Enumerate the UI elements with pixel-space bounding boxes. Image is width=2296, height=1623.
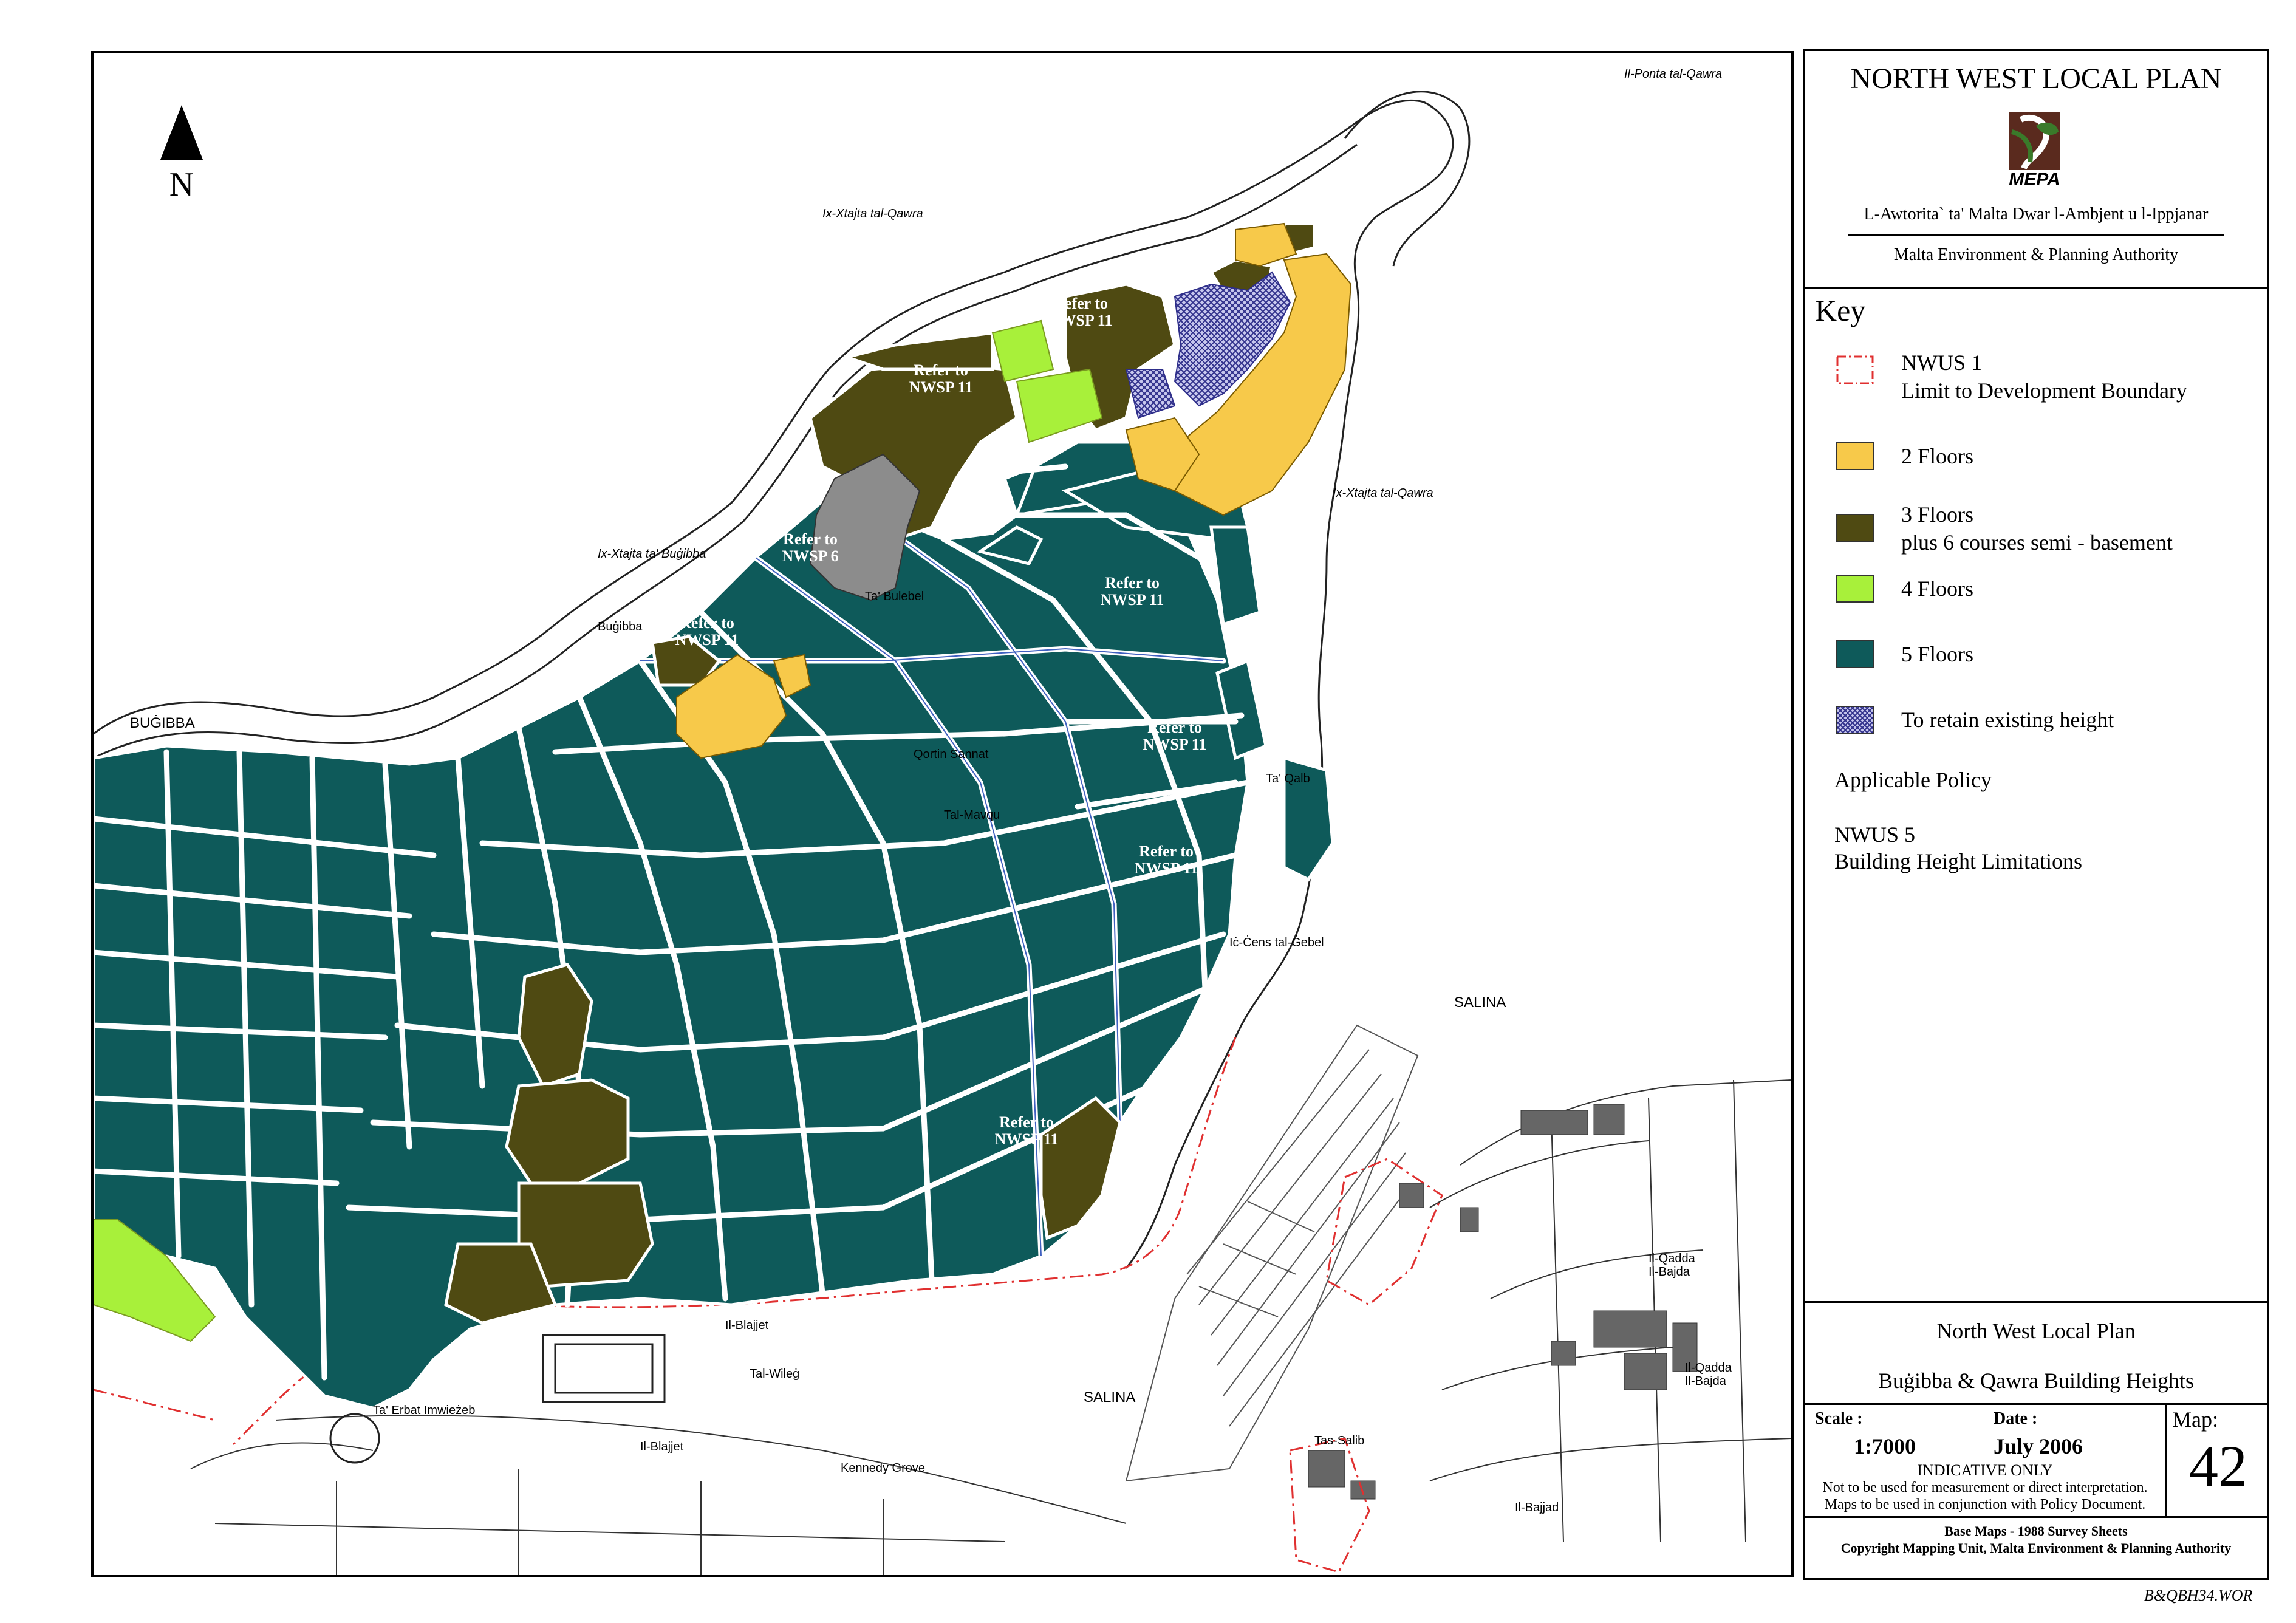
swatch-3-floors (1836, 514, 1874, 542)
label-il-qadda: Il-Qadda (1649, 1252, 1696, 1265)
plan-name: North West Local Plan (1936, 1319, 2136, 1343)
authority-english: Malta Environment & Planning Authority (1893, 245, 2179, 264)
label-il-ponta: Il-Ponta tal-Qawra (1624, 67, 1722, 81)
swatch-2-floors (1836, 442, 1874, 470)
label-il-bajda: Il-Bajda (1649, 1265, 1690, 1279)
north-arrow-icon (160, 105, 203, 160)
swatch-retain-height (1836, 706, 1874, 734)
key-label-retain: To retain existing height (1901, 708, 2114, 732)
north-arrow (160, 105, 203, 160)
key-label-3-floors: 3 Floors (1901, 502, 1974, 527)
label-tas-salib: Tas-Salib (1314, 1434, 1364, 1447)
label-ta-erba: Ta' Erbat Imwieżeb (373, 1404, 475, 1417)
label-xtajta-bugibba: Ix-Xtajta ta' Buġibba (598, 547, 706, 561)
swatch-4-floors (1836, 575, 1874, 603)
divider-key (1805, 287, 2267, 289)
key-label-boundary: Limit to Development Boundary (1901, 378, 2187, 403)
map-number: 42 (2189, 1433, 2247, 1498)
scale-label: Scale : (1815, 1409, 1863, 1428)
label-salina: SALINA (1454, 994, 1506, 1011)
label-il-blajjet-2: Il-Blajjet (640, 1440, 684, 1454)
file-code: B&QBH34.WOR (2144, 1587, 2253, 1604)
policy-name: Building Height Limitations (1834, 849, 2082, 873)
copyright-note: Copyright Mapping Unit, Malta Environmen… (1840, 1540, 2232, 1556)
key-label-2-floors: 2 Floors (1901, 444, 1974, 468)
base-maps-note: Base Maps - 1988 Survey Sheets (1944, 1523, 2128, 1539)
refer-label-3b: NWSP 11 (675, 631, 739, 649)
label-il-blajjet: Il-Blajjet (725, 1319, 769, 1332)
logo-text: MEPA (2009, 169, 2060, 190)
disclaimer-line-1: Not to be used for measurement or direct… (1822, 1480, 2148, 1495)
divider-scale (1805, 1403, 2267, 1405)
disclaimer-line-2: Maps to be used in conjunction with Poli… (1824, 1497, 2146, 1512)
map-title: Buġibba & Qawra Building Heights (1878, 1368, 2194, 1393)
refer-label-nwsp6a: Refer to (783, 530, 838, 548)
map-label: Map: (2172, 1407, 2218, 1432)
key-label-3-floors-note: plus 6 courses semi - basement (1901, 530, 2173, 555)
label-xtajta-qawra-east: Ix-Xtajta tal-Qawra (1333, 487, 1433, 500)
map-area[interactable]: N Refer to NWSP 11 Refer to NWSP 11 Refe… (91, 51, 1794, 1577)
refer-label-5b: NWSP 11 (1143, 736, 1207, 753)
authority-maltese: L-Awtorita` ta' Malta Dwar l-Ambjent u l… (1864, 205, 2209, 224)
label-bugibba-small: Buġibba (598, 620, 643, 634)
authority-divider (1848, 234, 2224, 236)
label-il-bajda-2: Il-Bajda (1685, 1375, 1727, 1388)
key-heading: Key (1815, 293, 1866, 327)
divider-base (1805, 1516, 2267, 1518)
plan-title: NORTH WEST LOCAL PLAN (1850, 63, 2222, 95)
refer-label-2b: NWSP 11 (909, 378, 973, 396)
label-kennedy-grove: Kennedy Grove (841, 1461, 925, 1475)
refer-label-7a: Refer to (999, 1113, 1054, 1131)
key-label-5-floors: 5 Floors (1901, 642, 1974, 666)
refer-label-7b: NWSP 11 (995, 1130, 1059, 1148)
refer-label-4b: NWSP 11 (1101, 591, 1164, 609)
label-il-qadda-2: Il-Qadda (1685, 1361, 1732, 1375)
label-tal-mavqu: Tal-Mavqu (944, 808, 1000, 822)
label-il-bajjad: Il-Bajjad (1515, 1501, 1559, 1514)
refer-label-2a: Refer to (914, 361, 968, 379)
label-tal-wileg: Tal-Wileġ (750, 1367, 799, 1381)
north-label: N (169, 166, 194, 203)
key-label-4-floors: 4 Floors (1901, 576, 1974, 601)
label-ta-qalb: Ta' Qalb (1266, 772, 1310, 785)
label-ta-bulebel: Ta' Bulebel (865, 590, 924, 603)
salt-pans (1125, 1024, 1419, 1482)
map-canvas[interactable]: N Refer to NWSP 11 Refer to NWSP 11 Refe… (94, 53, 1791, 1575)
label-xtajta-qawra-north: Ix-Xtajta tal-Qawra (822, 207, 923, 220)
date-value: July 2006 (1994, 1434, 2083, 1458)
label-salina-lower: SALINA (1084, 1389, 1135, 1406)
refer-label-nwsp6b: NWSP 6 (782, 547, 838, 565)
label-qortin-sannat: Qortin Sannat (914, 748, 989, 761)
applicable-policy: Applicable Policy (1834, 768, 1992, 792)
boundary-swatch-icon (1836, 355, 1874, 384)
refer-label-5a: Refer to (1147, 719, 1202, 736)
indicative-note: INDICATIVE ONLY (1917, 1461, 2053, 1479)
refer-label-1a: Refer to (1053, 295, 1108, 312)
scale-value: 1:7000 (1854, 1434, 1916, 1458)
key-label-nwus1: NWUS 1 (1901, 350, 1982, 375)
label-ic-cens: Iċ-Ċens tal-Ġebel (1229, 935, 1324, 949)
refer-label-3a: Refer to (680, 614, 734, 632)
refer-label-4a: Refer to (1105, 574, 1160, 592)
inland-buildings (1308, 1104, 1698, 1500)
date-label: Date : (1994, 1409, 2038, 1428)
swatch-5-floors (1836, 640, 1874, 668)
refer-label-1b: NWSP 11 (1049, 312, 1113, 329)
refer-label-6b: NWSP 11 (1135, 859, 1198, 877)
policy-code: NWUS 5 (1834, 822, 1915, 847)
divider-title (1805, 1301, 2267, 1303)
mepa-logo: MEPA (2003, 108, 2066, 191)
map-number-divider (2165, 1403, 2167, 1516)
legend-panel: NORTH WEST LOCAL PLAN MEPA L-Awtorita` t… (1803, 49, 2269, 1580)
label-bugibba: BUĠIBBA (130, 714, 195, 731)
refer-label-6a: Refer to (1139, 842, 1194, 860)
